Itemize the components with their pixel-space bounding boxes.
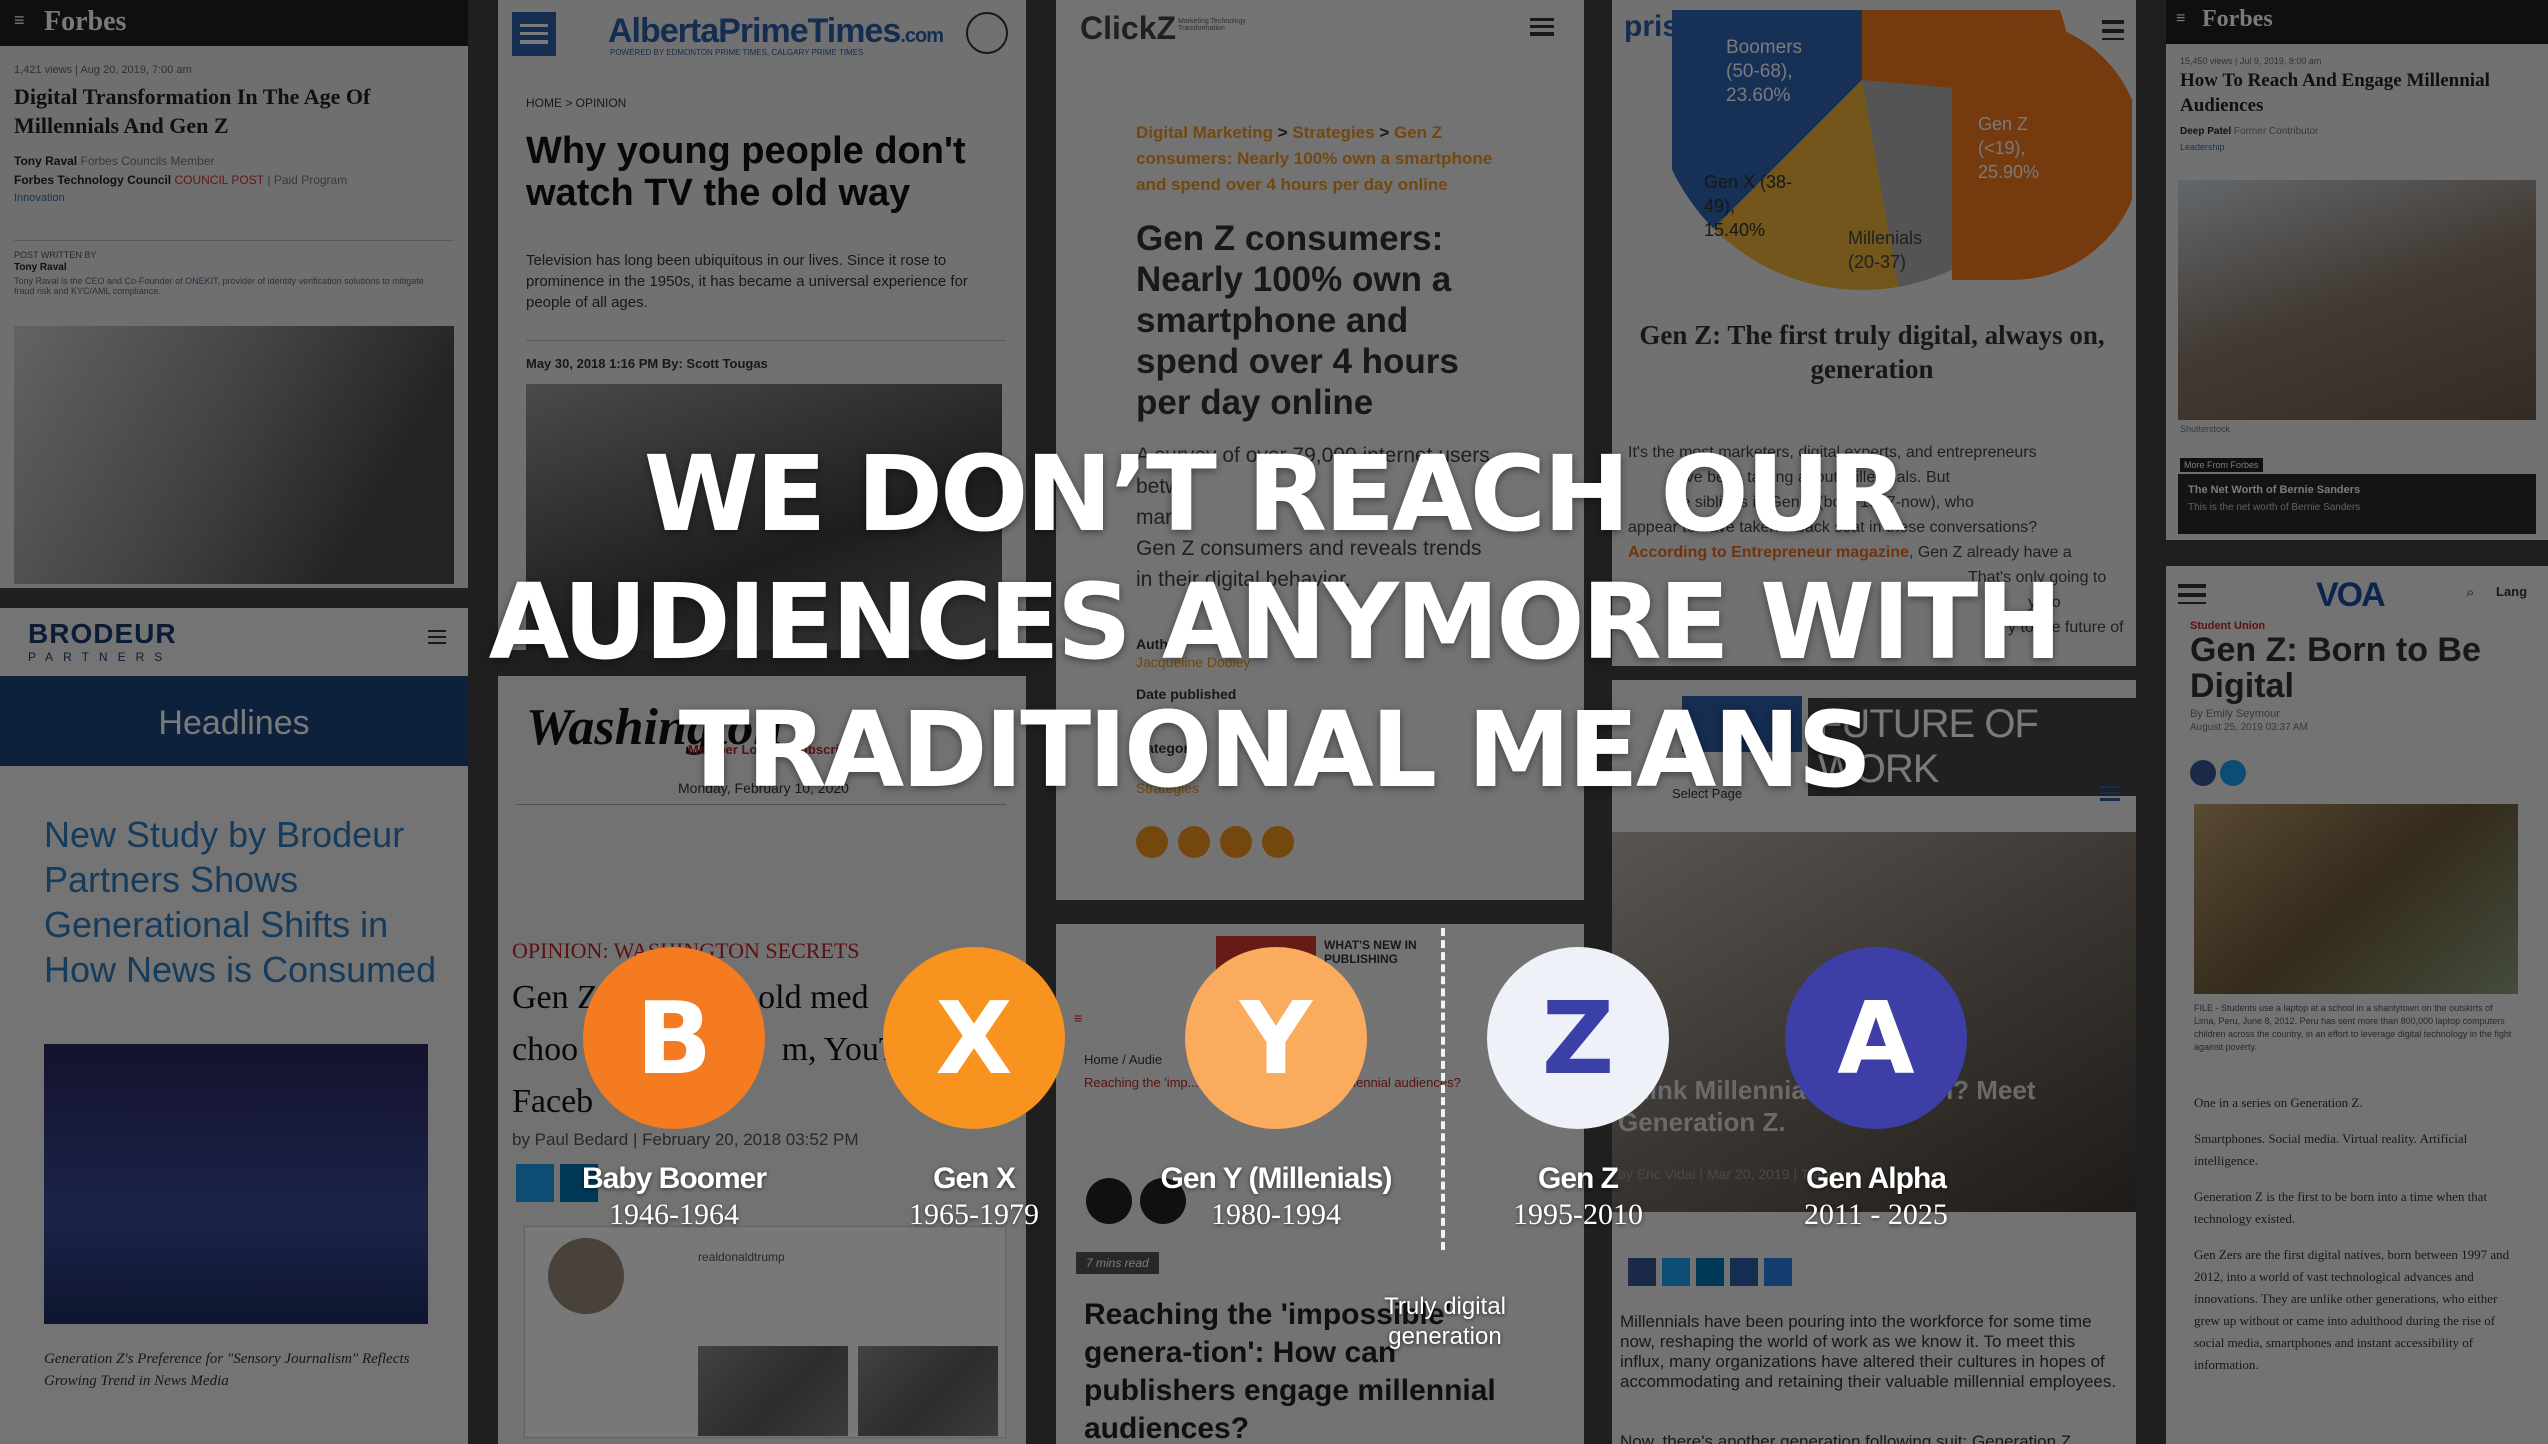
breadcrumb[interactable]: Home / Audie — [1084, 1052, 1162, 1067]
twitter-share-icon[interactable] — [1662, 1258, 1690, 1286]
truly-digital-label: Truly digital generation — [1384, 1293, 1506, 1350]
tweet-handle: realdonaldtrump — [698, 1250, 785, 1264]
writer-bio: Tony Raval is the CEO and Co-Founder of … — [14, 276, 424, 296]
headline-line-2: AUDIENCES ANYMORE WITH — [488, 561, 2063, 683]
forbes-logo: Forbes — [2202, 6, 2273, 32]
read-time-badge: 7 mins read — [1076, 1252, 1159, 1274]
alberta-tagline: POWERED BY EDMONTON PRIME TIMES, CALGARY… — [610, 48, 864, 57]
headline: WE DON’T REACH OUR AUDIENCES ANYMORE WIT… — [0, 430, 2548, 814]
article-body: One in a series on Generation Z. Smartph… — [2194, 1095, 2510, 1372]
menu-icon[interactable]: ≡ — [2176, 10, 2185, 28]
generation-name: Gen Alpha — [1806, 1162, 1947, 1195]
more-share-icon[interactable] — [1262, 826, 1294, 858]
article-body: Millennials have been pouring into the w… — [1620, 1312, 2117, 1391]
facebook-share-icon[interactable] — [1628, 1258, 1656, 1286]
article-meta: 15,450 views | Jul 9, 2019, 8:00 am — [2180, 56, 2322, 66]
clickz-logo: ClickZ — [1080, 10, 1177, 46]
writer-name: Tony Raval — [14, 262, 67, 273]
twitter-share-icon[interactable] — [1136, 826, 1168, 858]
tweet-photo — [858, 1346, 998, 1436]
article-byline: May 30, 2018 1:16 PM By: Scott Tougas — [526, 356, 768, 371]
generation-circle-z: Z — [1487, 947, 1669, 1129]
forbes-logo: Forbes — [44, 6, 127, 37]
article-council: Forbes Technology Council COUNCIL POST |… — [14, 173, 348, 187]
email-share-icon[interactable] — [1220, 826, 1252, 858]
pie-label-boomers: Boomers (50-68), 23.60% — [1726, 37, 1803, 106]
headline-line-3: TRADITIONAL MEANS — [678, 689, 1873, 811]
wnip-logo: WHAT'S NEW IN PUBLISHING — [1324, 938, 1417, 966]
article-title: Why young people don't watch TV the old … — [526, 130, 966, 214]
clickz-tagline: Marketing Technology Transformation — [1178, 18, 1246, 32]
article-title[interactable]: New Study by Brodeur Partners Shows Gene… — [44, 812, 444, 992]
article-meta: 1,421 views | Aug 20, 2019, 7:00 am — [14, 64, 192, 76]
post-written-by: POST WRITTEN BY — [14, 250, 97, 260]
linkedin-share-icon[interactable] — [1178, 826, 1210, 858]
article-byline: by Paul Bedard | February 20, 2018 03:52… — [512, 1130, 859, 1149]
breadcrumb[interactable]: Digital Marketing > Strategies > Gen Z c… — [1136, 120, 1516, 198]
article-lede: Television has long been ubiquitous in o… — [526, 252, 968, 311]
linkedin-share-icon[interactable] — [1696, 1258, 1724, 1286]
avatar — [548, 1238, 624, 1314]
pie-label-millenials: Millenials (20-37) — [1848, 228, 1923, 272]
article-title: Gen Z: The first truly digital, always o… — [1639, 320, 2105, 384]
generation-circle-a: A — [1785, 947, 1967, 1129]
menu-icon[interactable] — [1530, 18, 1554, 36]
breadcrumb[interactable]: HOME > OPINION — [526, 96, 626, 110]
article-title: Digital Transformation In The Age Of Mil… — [14, 84, 371, 138]
article-photo — [2194, 804, 2518, 994]
menu-icon[interactable]: ≡ — [1074, 1010, 1082, 1026]
article-title: Gen Z consumers: Nearly 100% own a smart… — [1136, 219, 1459, 422]
more-share-icon[interactable] — [1764, 1258, 1792, 1286]
alberta-logo: AlbertaPrimeTimes.com — [608, 12, 944, 50]
generation-years: 2011 - 2025 — [1804, 1198, 1948, 1231]
photo-caption: FILE - Students use a laptop at a school… — [2194, 1003, 2512, 1052]
article-illustration — [44, 1044, 428, 1324]
pie-label-genx: Gen X (38-49), 15.40% — [1704, 172, 1793, 240]
generation-circle-y: Y — [1185, 947, 1367, 1129]
generation-circle-b: B — [583, 947, 765, 1129]
article-category[interactable]: Leadership — [2180, 142, 2225, 152]
headline-line-1: WE DON’T REACH OUR — [643, 433, 1908, 555]
article-title: How To Reach And Engage Millennial Audie… — [2180, 70, 2490, 116]
pie-label-genz: Gen Z (<19), 25.90% — [1978, 114, 2040, 182]
article-category[interactable]: Innovation — [14, 192, 65, 204]
illustration-caption: Generation Z's Preference for "Sensory J… — [44, 1351, 410, 1389]
slide: ≡ Forbes 1,421 views | Aug 20, 2019, 7:0… — [0, 0, 2548, 1444]
article-author: Deep Patel Former Contributor — [2180, 126, 2319, 137]
user-icon[interactable] — [966, 12, 1008, 54]
tweet-photo — [698, 1346, 848, 1436]
generation-circle-x: X — [883, 947, 1065, 1129]
menu-icon[interactable]: ≡ — [14, 10, 25, 31]
email-share-icon[interactable] — [1730, 1258, 1758, 1286]
article-photo — [2178, 180, 2536, 420]
article-body-last: Now, there's another generation followin… — [1620, 1432, 2072, 1444]
article-author: Tony Raval Forbes Councils Member — [14, 154, 215, 168]
menu-icon[interactable] — [520, 24, 548, 44]
